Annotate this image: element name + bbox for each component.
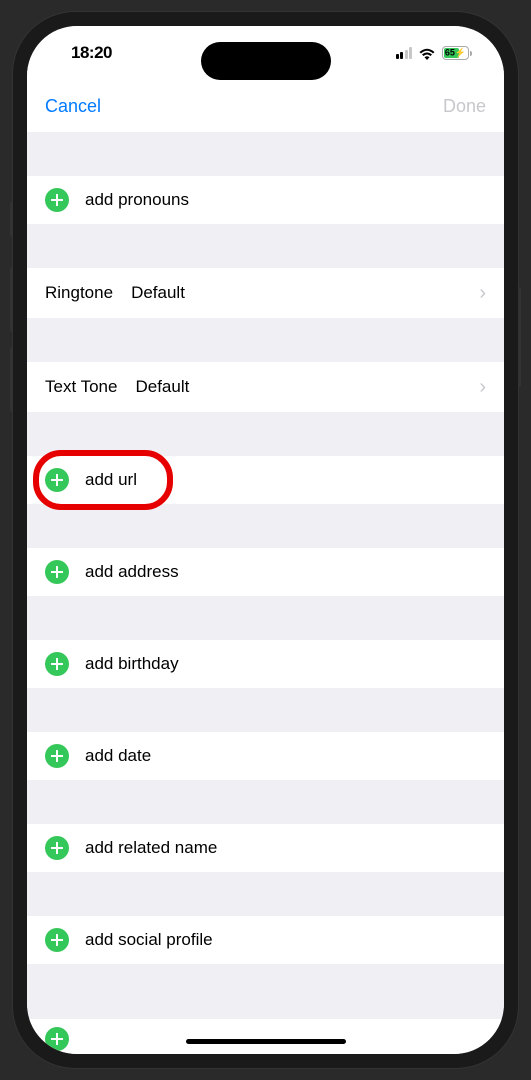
texttone-label: Text Tone [45,377,117,397]
add-birthday-row[interactable]: add birthday [27,640,504,688]
add-pronouns-row[interactable]: add pronouns [27,176,504,224]
row-label: add birthday [85,654,179,674]
add-social-profile-row[interactable]: add social profile [27,916,504,964]
chevron-right-icon: › [479,282,486,305]
plus-icon [45,468,69,492]
done-button[interactable]: Done [443,96,486,117]
row-label: add social profile [85,930,213,950]
texttone-value: Default [135,377,479,397]
battery-icon: 65⚡ [442,46,472,60]
add-related-name-row[interactable]: add related name [27,824,504,872]
cellular-signal-icon [396,47,413,59]
plus-icon [45,560,69,584]
phone-frame: 18:20 65⚡ [13,12,518,1068]
wifi-icon [418,47,436,60]
dynamic-island [201,42,331,80]
row-label: add date [85,746,151,766]
row-label: add pronouns [85,190,189,210]
navigation-bar: Cancel Done [27,80,504,132]
cancel-button[interactable]: Cancel [45,96,101,117]
content-scroll[interactable]: add pronouns Ringtone Default › Text Ton… [27,132,504,1008]
mute-switch [10,202,13,237]
plus-icon [45,836,69,860]
volume-down-button [10,347,13,412]
status-indicators: 65⚡ [396,46,473,60]
screen: 18:20 65⚡ [27,26,504,1054]
add-date-row[interactable]: add date [27,732,504,780]
partial-row [27,1019,504,1054]
row-label: add url [85,470,137,490]
texttone-row[interactable]: Text Tone Default › [27,362,504,412]
add-url-row[interactable]: add url [27,456,504,504]
ringtone-label: Ringtone [45,283,113,303]
plus-icon [45,928,69,952]
plus-icon [45,744,69,768]
row-label: add address [85,562,179,582]
row-label: add related name [85,838,217,858]
home-indicator[interactable] [186,1039,346,1044]
ringtone-value: Default [131,283,479,303]
volume-up-button [10,267,13,332]
plus-icon [45,1027,69,1051]
ringtone-row[interactable]: Ringtone Default › [27,268,504,318]
status-time: 18:20 [71,43,112,63]
chevron-right-icon: › [479,376,486,399]
plus-icon [45,188,69,212]
power-button [518,287,521,387]
plus-icon [45,652,69,676]
add-address-row[interactable]: add address [27,548,504,596]
